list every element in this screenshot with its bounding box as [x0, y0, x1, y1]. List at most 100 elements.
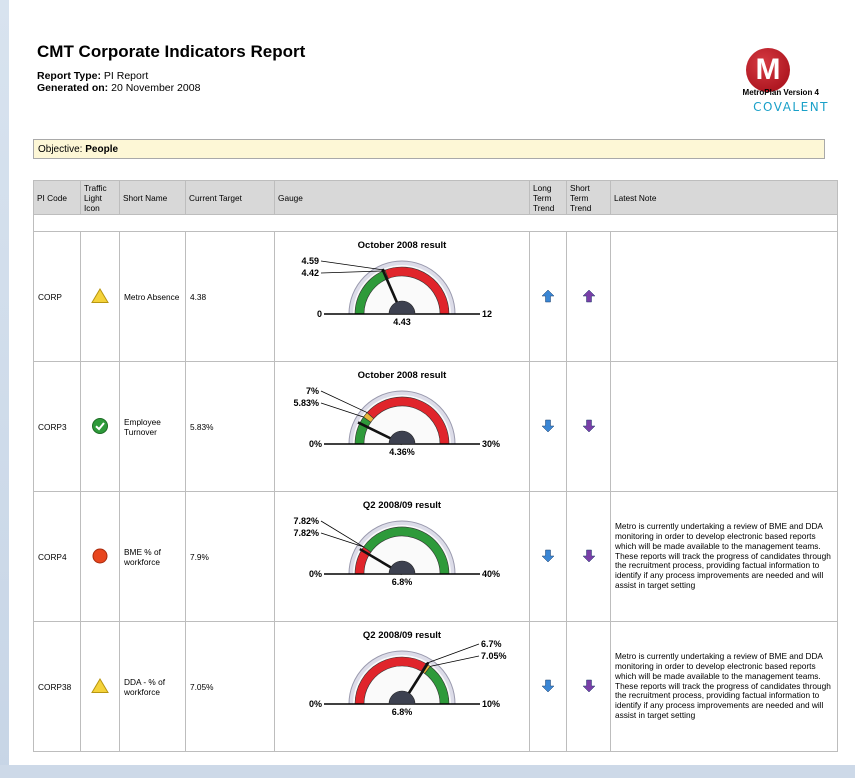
short-term-trend-cell: [566, 361, 611, 492]
covalent-brand-text: COVALENT: [753, 100, 829, 114]
traffic-light-cell: [80, 361, 120, 492]
traffic-light-cell: [80, 491, 120, 622]
short-trend-down-arrow-icon: [581, 679, 596, 692]
gauge-value-label: 6.8%: [392, 577, 413, 587]
short-name-cell: Employee Turnover: [119, 361, 186, 492]
generated-label: Generated on:: [37, 82, 109, 94]
current-target-cell: 5.83%: [185, 361, 275, 492]
gauge-marker-label: 7.82%: [293, 528, 319, 538]
objective-label: Objective:: [38, 144, 83, 155]
short-name-cell: Metro Absence: [119, 231, 186, 362]
gauge-cell: October 2008 result 0% 30% 4.36% 7% 5.83%: [274, 361, 530, 492]
report-type-value: PI Report: [103, 70, 149, 82]
gauge-marker-label: 7%: [306, 386, 319, 396]
long-trend-up-arrow-icon: [541, 289, 555, 302]
gauge-title: Q2 2008/09 result: [363, 500, 442, 511]
gauge-marker-label: 4.42: [301, 268, 319, 278]
gauge-min-label: 0%: [309, 439, 322, 449]
amber-triangle-icon: [91, 287, 109, 303]
long-term-trend-cell: [529, 231, 567, 362]
gauge-max-label: 40%: [482, 569, 500, 579]
gauge-marker-line: [320, 532, 364, 548]
long-trend-down-arrow-icon: [541, 679, 555, 692]
short-trend-up-arrow-icon: [581, 289, 596, 302]
gauge-max-label: 10%: [482, 699, 500, 709]
gauge-marker-line: [425, 643, 480, 664]
gauge-title: October 2008 result: [358, 240, 448, 251]
long-trend-down-arrow-icon: [541, 419, 555, 432]
report-page: CMT Corporate Indicators Report Report T…: [9, 0, 855, 765]
table-row: CORP4 BME % of workforce 7.9% Q2 2008/09 re…: [33, 491, 838, 622]
gauge-marker-line: [320, 402, 364, 418]
gauge-max-label: 30%: [482, 439, 500, 449]
gauge-marker-label: 4.59: [301, 256, 319, 266]
gauge-marker-line: [320, 520, 364, 548]
short-term-trend-cell: [566, 621, 611, 752]
short-name-cell: DDA - % of workforce: [119, 621, 186, 752]
latest-note-cell: Metro is currently undertaking a review …: [610, 621, 838, 752]
col-header-short-term-trend: Short Term Trend: [566, 180, 611, 215]
gauge-value-label: 4.36%: [389, 447, 415, 457]
metro-m-logo-icon: M: [746, 48, 790, 92]
pi-code-cell: CORP38: [33, 621, 81, 752]
gauge-chart: Q2 2008/09 result 0% 10% 6.8% 6.7% 7.05%: [309, 630, 507, 717]
gauge-chart: October 2008 result 0 12 4.43 4.59 4.42: [301, 240, 492, 327]
gauge-marker-label: 6.7%: [481, 639, 502, 649]
gauge-marker-label: 5.83%: [293, 398, 319, 408]
long-term-trend-cell: [529, 361, 567, 492]
amber-triangle-icon: [91, 677, 109, 693]
gauge-value-label: 6.8%: [392, 707, 413, 717]
table-header-row: PI Code Traffic Light Icon Short Name Cu…: [33, 180, 838, 215]
col-header-long-term-trend: Long Term Trend: [529, 180, 567, 215]
current-target-cell: 7.05%: [185, 621, 275, 752]
gauge-cell: October 2008 result 0 12 4.43 4.59 4.42: [274, 231, 530, 362]
generated-value: 20 November 2008: [111, 82, 201, 94]
gauge-chart: October 2008 result 0% 30% 4.36% 7% 5.83%: [293, 370, 500, 457]
short-name-cell: BME % of workforce: [119, 491, 186, 622]
col-header-pi-code: PI Code: [33, 180, 81, 215]
pi-code-cell: CORP4: [33, 491, 81, 622]
table-row: CORP Metro Absence 4.38 October 2008 result…: [33, 231, 838, 362]
col-header-short-name: Short Name: [119, 180, 186, 215]
traffic-light-cell: [80, 231, 120, 362]
col-header-gauge: Gauge: [274, 180, 530, 215]
pi-code-cell: CORP3: [33, 361, 81, 492]
window-frame-bottom: [0, 765, 855, 778]
long-term-trend-cell: [529, 621, 567, 752]
latest-note-cell: [610, 361, 838, 492]
report-title: CMT Corporate Indicators Report: [37, 42, 306, 61]
long-trend-down-arrow-icon: [541, 549, 555, 562]
short-trend-down-arrow-icon: [581, 419, 596, 432]
red-circle-icon: [92, 548, 108, 563]
gauge-marker-label: 7.05%: [481, 651, 507, 661]
long-term-trend-cell: [529, 491, 567, 622]
latest-note-cell: [610, 231, 838, 362]
short-term-trend-cell: [566, 231, 611, 362]
logo-version-text: MetroPlan Version 4: [742, 88, 819, 97]
latest-note-cell: Metro is currently undertaking a review …: [610, 491, 838, 622]
gauge-title: October 2008 result: [358, 370, 448, 381]
current-target-cell: 7.9%: [185, 491, 275, 622]
gauge-max-label: 12: [482, 309, 492, 319]
gauge-marker-line: [430, 655, 480, 667]
green-check-icon: [92, 417, 108, 434]
gauge-chart: Q2 2008/09 result 0% 40% 6.8% 7.82% 7.82%: [293, 500, 500, 587]
col-header-latest-note: Latest Note: [610, 180, 838, 215]
gauge-marker-line: [320, 390, 368, 413]
gauge-min-label: 0: [317, 309, 322, 319]
col-header-traffic-light: Traffic Light Icon: [80, 180, 120, 215]
gauge-cell: Q2 2008/09 result 0% 10% 6.8% 6.7% 7.05%: [274, 621, 530, 752]
metroplan-logo: M MetroPlan Version 4 COVALENT: [709, 48, 829, 120]
col-header-current-target: Current Target: [185, 180, 275, 215]
gauge-value-label: 4.43: [393, 317, 411, 327]
objective-bar: Objective: People: [33, 139, 825, 159]
gauge-marker-line: [320, 260, 386, 271]
traffic-light-cell: [80, 621, 120, 752]
indicators-table: PI Code Traffic Light Icon Short Name Cu…: [33, 180, 838, 752]
report-meta: Report Type: PI Report Generated on: 20 …: [37, 70, 200, 94]
gauge-marker-label: 7.82%: [293, 516, 319, 526]
table-row: CORP38 DDA - % of workforce 7.05% Q2 2008/0…: [33, 621, 838, 752]
pi-code-cell: CORP: [33, 231, 81, 362]
gauge-title: Q2 2008/09 result: [363, 630, 442, 641]
window-frame-left: [0, 0, 9, 778]
